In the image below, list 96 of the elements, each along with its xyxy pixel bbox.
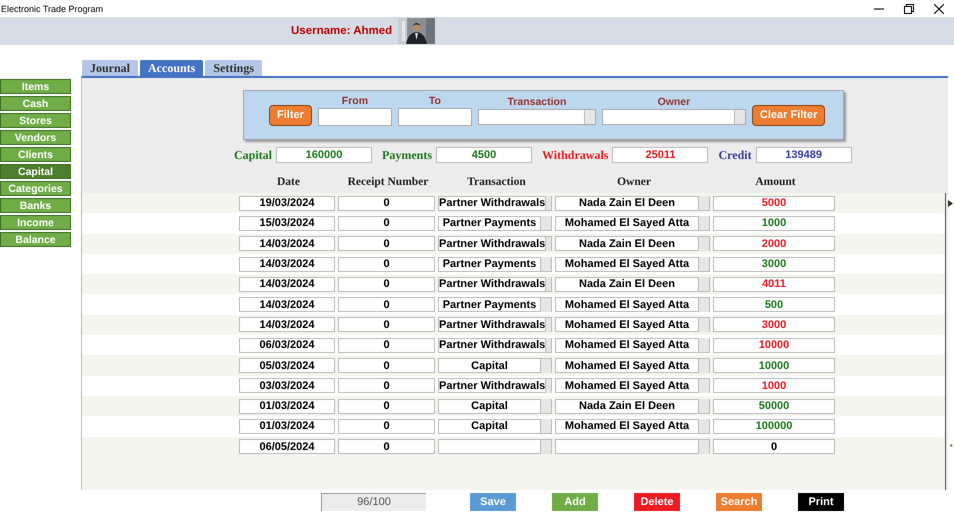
amount-cell[interactable]: 10000 [713, 338, 835, 353]
receipt-cell[interactable]: 0 [338, 276, 435, 292]
owner-dropdown[interactable]: Mohamed El Sayed Atta [555, 317, 710, 332]
action-button[interactable]: Print [798, 492, 844, 510]
date-cell[interactable]: 14/03/2024 [239, 236, 335, 252]
owner-dropdown[interactable]: Mohamed El Sayed Atta [555, 418, 710, 434]
summary-value: 25011 [612, 147, 708, 163]
receipt-cell[interactable]: 0 [338, 418, 435, 434]
owner-dropdown[interactable]: Mohamed El Sayed Atta [555, 378, 710, 394]
summary-label: Withdrawals [542, 148, 608, 162]
owner-dropdown[interactable] [555, 439, 710, 454]
owner-dropdown[interactable]: Mohamed El Sayed Atta [555, 216, 710, 231]
column-header: Amount [754, 176, 797, 188]
summary-value: 139489 [756, 147, 852, 163]
date-cell[interactable]: 06/03/2024 [239, 338, 335, 353]
receipt-cell[interactable]: 0 [338, 256, 435, 272]
summary-value: 4500 [436, 147, 532, 163]
record-counter: 96/100 [321, 492, 426, 510]
amount-cell[interactable]: 5000 [713, 196, 835, 211]
owner-dropdown[interactable]: Nada Zain El Deen [555, 196, 710, 211]
amount-cell[interactable]: 1000 [713, 216, 835, 231]
receipt-cell[interactable]: 0 [338, 358, 435, 374]
username-label: Username: Ahmed [291, 25, 392, 37]
owner-dropdown[interactable]: Nada Zain El Deen [555, 276, 710, 292]
owner-dropdown[interactable]: Nada Zain El Deen [555, 236, 710, 252]
amount-cell[interactable]: 1000 [713, 378, 835, 394]
transaction-dropdown[interactable]: Partner Withdrawals [438, 317, 552, 332]
date-cell[interactable]: 01/03/2024 [239, 418, 335, 434]
transaction-dropdown[interactable]: Partner Withdrawals [438, 236, 552, 252]
owner-dropdown[interactable]: Mohamed El Sayed Atta [555, 338, 710, 353]
sidebar-item[interactable]: Capital [0, 164, 71, 179]
amount-cell[interactable]: 50000 [713, 398, 835, 414]
date-cell[interactable]: 14/03/2024 [239, 256, 335, 272]
amount-cell[interactable]: 0 [713, 439, 835, 454]
owner-dropdown[interactable]: Nada Zain El Deen [555, 398, 710, 414]
amount-cell[interactable]: 2000 [713, 236, 835, 252]
date-cell[interactable]: 19/03/2024 [239, 196, 335, 211]
transaction-dropdown[interactable]: Partner Payments [438, 216, 552, 231]
receipt-cell[interactable]: 0 [338, 378, 435, 394]
transaction-dropdown[interactable]: Capital [438, 398, 552, 414]
transaction-dropdown[interactable]: Capital [438, 358, 552, 374]
from-field[interactable] [318, 108, 392, 126]
field-label: To [428, 94, 441, 106]
new-record-marker: * [949, 442, 953, 452]
receipt-cell[interactable]: 0 [338, 196, 435, 211]
receipt-cell[interactable]: 0 [338, 338, 435, 353]
column-header: Date [276, 176, 301, 188]
summary-label: Credit [718, 148, 752, 162]
owner-dropdown[interactable]: Mohamed El Sayed Atta [555, 297, 710, 312]
receipt-cell[interactable]: 0 [338, 398, 435, 414]
transaction-dropdown[interactable]: Partner Withdrawals [438, 378, 552, 394]
date-cell[interactable]: 05/03/2024 [239, 358, 335, 374]
column-header: Receipt Number [346, 176, 430, 188]
receipt-cell[interactable]: 0 [338, 317, 435, 332]
owner-dropdown[interactable] [602, 108, 746, 124]
to-field[interactable] [398, 108, 472, 126]
transaction-dropdown[interactable] [478, 108, 596, 124]
owner-dropdown[interactable]: Mohamed El Sayed Atta [555, 256, 710, 272]
tab[interactable]: Journal [82, 60, 138, 76]
window-title: Electronic Trade Program [0, 4, 104, 14]
field-label: From [342, 94, 368, 106]
transaction-dropdown[interactable]: Partner Withdrawals [438, 338, 552, 353]
field-label: Transaction [507, 96, 566, 108]
date-cell[interactable]: 14/03/2024 [239, 297, 335, 312]
amount-cell[interactable]: 3000 [713, 317, 835, 332]
transaction-dropdown[interactable]: Partner Payments [438, 297, 552, 312]
transaction-dropdown[interactable]: Partner Withdrawals [438, 196, 552, 211]
action-button[interactable]: Delete [634, 492, 680, 510]
amount-cell[interactable]: 10000 [713, 358, 835, 374]
tab[interactable]: Accounts [140, 60, 204, 76]
column-header: Owner [616, 176, 652, 188]
amount-cell[interactable]: 4011 [713, 276, 835, 292]
field-label: Owner [658, 96, 690, 108]
date-cell[interactable]: 06/05/2024 [239, 439, 335, 454]
date-cell[interactable]: 15/03/2024 [239, 216, 335, 231]
summary-value: 160000 [276, 147, 372, 163]
amount-cell[interactable]: 500 [713, 297, 835, 312]
receipt-cell[interactable]: 0 [338, 297, 435, 312]
transaction-dropdown[interactable]: Partner Payments [438, 256, 552, 272]
receipt-cell[interactable]: 0 [338, 236, 435, 252]
transaction-dropdown[interactable]: Capital [438, 418, 552, 434]
date-cell[interactable]: 14/03/2024 [239, 276, 335, 292]
transaction-dropdown[interactable] [438, 439, 552, 454]
column-header: Transaction [466, 176, 527, 188]
tab[interactable]: Settings [205, 60, 262, 76]
date-cell[interactable]: 01/03/2024 [239, 398, 335, 414]
receipt-cell[interactable]: 0 [338, 439, 435, 454]
transaction-dropdown[interactable]: Partner Withdrawals [438, 276, 552, 292]
receipt-cell[interactable]: 0 [338, 216, 435, 231]
amount-cell[interactable]: 3000 [713, 256, 835, 272]
date-cell[interactable]: 03/03/2024 [239, 378, 335, 394]
summary-label: Capital [234, 148, 272, 162]
owner-dropdown[interactable]: Mohamed El Sayed Atta [555, 358, 710, 374]
summary-label: Payments [382, 148, 432, 162]
date-cell[interactable]: 14/03/2024 [239, 317, 335, 332]
amount-cell[interactable]: 100000 [713, 418, 835, 434]
